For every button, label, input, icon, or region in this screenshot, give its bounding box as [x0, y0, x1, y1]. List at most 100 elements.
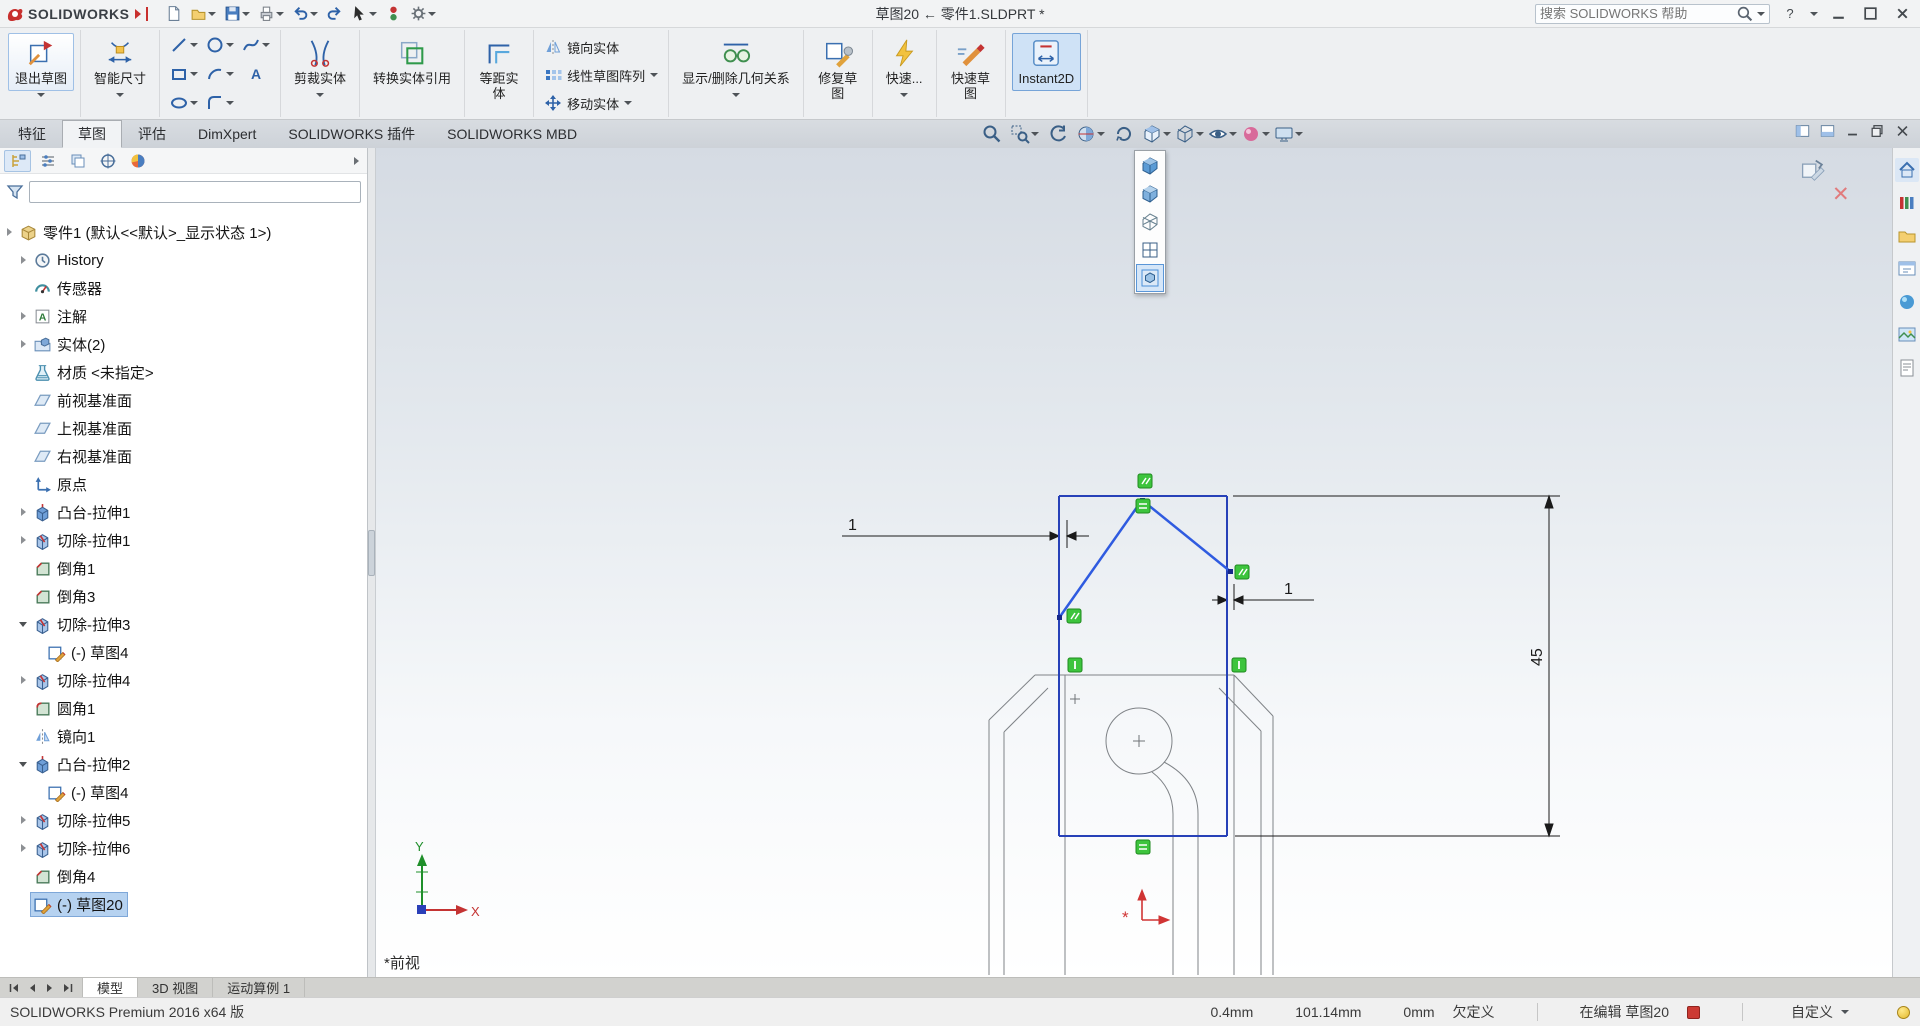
linear-pattern-caret-icon[interactable]	[650, 73, 659, 77]
tree-item[interactable]: 右视基准面	[0, 442, 366, 470]
exit-sketch-button[interactable]: 退出草图	[8, 33, 75, 91]
tab-SOLIDWORKS 插件[interactable]: SOLIDWORKS 插件	[272, 120, 431, 148]
expand-arrow-icon[interactable]	[16, 337, 30, 351]
tab-评估[interactable]: 评估	[122, 120, 182, 148]
view-selector-button[interactable]	[1136, 264, 1164, 292]
tab-SOLIDWORKS MBD[interactable]: SOLIDWORKS MBD	[431, 120, 593, 148]
search-caret-icon[interactable]	[1757, 11, 1765, 16]
sketch-constraints[interactable]	[1066, 473, 1250, 855]
expand-arrow-icon[interactable]	[16, 673, 30, 687]
caret-icon[interactable]	[226, 71, 235, 76]
constraint-badge-equal[interactable]	[1135, 839, 1151, 855]
dropdown-caret-icon[interactable]	[310, 11, 319, 16]
expand-arrow-icon[interactable]	[16, 309, 30, 323]
select-cursor-icon-button[interactable]	[348, 3, 380, 24]
undo-icon-button[interactable]	[289, 3, 321, 24]
confirm-sketch-icon[interactable]	[1800, 158, 1828, 186]
tree-item[interactable]: 倒角1	[0, 554, 366, 582]
iso-cube-button[interactable]	[1136, 152, 1164, 180]
dropdown-caret-icon[interactable]	[428, 11, 437, 16]
dropdown-caret-icon[interactable]	[1031, 132, 1039, 136]
tree-item[interactable]: 零件1 (默认<<默认>_显示状态 1>)	[0, 218, 366, 246]
search-input[interactable]	[1540, 6, 1732, 21]
new-file-icon-button[interactable]	[162, 3, 185, 24]
save-icon-button[interactable]	[221, 3, 253, 24]
tree-item[interactable]: History	[0, 246, 366, 274]
tree-item[interactable]: 切除-拉伸6	[0, 834, 366, 862]
tree-item[interactable]: 前视基准面	[0, 386, 366, 414]
tree-item[interactable]: 切除-拉伸1	[0, 526, 366, 554]
collapse-arrow-icon[interactable]	[16, 617, 30, 631]
expand-arrow-icon[interactable]	[16, 533, 30, 547]
redo-icon-button[interactable]	[323, 3, 346, 24]
view-palette-button[interactable]	[1895, 257, 1919, 281]
caret-icon[interactable]	[190, 42, 199, 47]
tree-item[interactable]: 切除-拉伸5	[0, 806, 366, 834]
fm-tab-button[interactable]	[4, 149, 31, 172]
caret-icon[interactable]	[190, 71, 199, 76]
expand-arrow-icon[interactable]	[16, 841, 30, 855]
rebuild-icon-button[interactable]	[382, 3, 405, 24]
caret-icon[interactable]	[190, 100, 199, 105]
dimetric-cube-button[interactable]	[1136, 180, 1164, 208]
design-library-button[interactable]	[1895, 191, 1919, 215]
tree-item[interactable]: (-) 草图4	[0, 638, 366, 666]
custom-properties-button[interactable]	[1895, 356, 1919, 380]
doc-tab-运动算例 1[interactable]: 运动算例 1	[213, 978, 306, 997]
wireframe-cube-button[interactable]	[1136, 208, 1164, 236]
dropdown-caret-icon[interactable]	[1262, 132, 1270, 136]
edit-appearance-button[interactable]	[1239, 122, 1272, 146]
four-view-button[interactable]	[1136, 236, 1164, 264]
sketch-vertex[interactable]	[1228, 569, 1233, 574]
display-delete-relations-button[interactable]: 显示/删除几何关系	[675, 33, 797, 91]
tab-草图[interactable]: 草图	[62, 120, 122, 148]
rotate-view-button[interactable]	[1107, 122, 1140, 146]
pm-tab-button[interactable]	[34, 150, 61, 172]
tree-item[interactable]: 凸台-拉伸2	[0, 750, 366, 778]
dx-tab-button[interactable]	[94, 150, 121, 172]
section-view-button[interactable]	[1074, 122, 1107, 146]
expand-arrow-icon[interactable]	[16, 813, 30, 827]
dropdown-caret-icon[interactable]	[1097, 132, 1105, 136]
constraint-badge[interactable]	[1137, 473, 1153, 489]
sketch-diagonal-left[interactable]	[1057, 499, 1144, 619]
dimension-left-gap[interactable]: 1	[842, 517, 1089, 548]
dimension-height[interactable]: 45	[1233, 494, 1560, 838]
expand-arrow-icon[interactable]	[2, 225, 16, 239]
constraint-badge-vertical[interactable]	[1067, 657, 1083, 673]
display-style-button[interactable]	[1173, 122, 1206, 146]
logo-flyout-arrow-icon[interactable]	[135, 8, 142, 19]
dim-height-value[interactable]: 45	[1529, 648, 1546, 666]
smart-dimension-button[interactable]: 智能尺寸	[87, 33, 153, 91]
constraint-badge[interactable]	[1066, 608, 1082, 624]
zoom-area-button[interactable]	[1008, 122, 1041, 146]
sketch-fillet-tool[interactable]	[202, 94, 238, 112]
dropdown-caret-icon[interactable]	[1295, 132, 1303, 136]
tab-DimXpert[interactable]: DimXpert	[182, 120, 272, 148]
graphics-viewport[interactable]: 1 1 45 * Y X ✕ *前视	[376, 148, 1892, 977]
exit-sketch-caret-icon[interactable]	[37, 93, 45, 97]
move-entities-caret-icon[interactable]	[624, 101, 633, 105]
constraint-badge[interactable]	[1234, 564, 1250, 580]
first-tab-icon[interactable]	[8, 982, 20, 994]
expand-arrow-icon[interactable]	[16, 253, 30, 267]
sketch-rectangle-tool[interactable]	[166, 65, 202, 83]
dropdown-caret-icon[interactable]	[208, 11, 217, 16]
tree-item[interactable]: 镜向1	[0, 722, 366, 750]
tree-item[interactable]: 切除-拉伸3	[0, 610, 366, 638]
filter-funnel-icon[interactable]	[6, 183, 24, 201]
hide-show-items-button[interactable]	[1206, 122, 1239, 146]
sketch-circle-tool[interactable]	[202, 36, 238, 54]
doc-tab-模型[interactable]: 模型	[83, 978, 139, 997]
previous-tab-icon[interactable]	[26, 982, 38, 994]
caret-icon[interactable]	[262, 42, 271, 47]
panel-splitter[interactable]	[368, 148, 376, 977]
splitter-grip[interactable]	[368, 530, 375, 576]
quick-snaps-button[interactable]: 快速...	[879, 33, 930, 91]
tree-item[interactable]: A 注解	[0, 302, 366, 330]
sketch-arc-tool[interactable]	[202, 65, 238, 83]
custom-views-dropdown[interactable]: 自定义	[1785, 1002, 1855, 1022]
dropdown-caret-icon[interactable]	[1196, 132, 1204, 136]
file-explorer-button[interactable]	[1895, 224, 1919, 248]
expand-arrow-icon[interactable]	[16, 505, 30, 519]
